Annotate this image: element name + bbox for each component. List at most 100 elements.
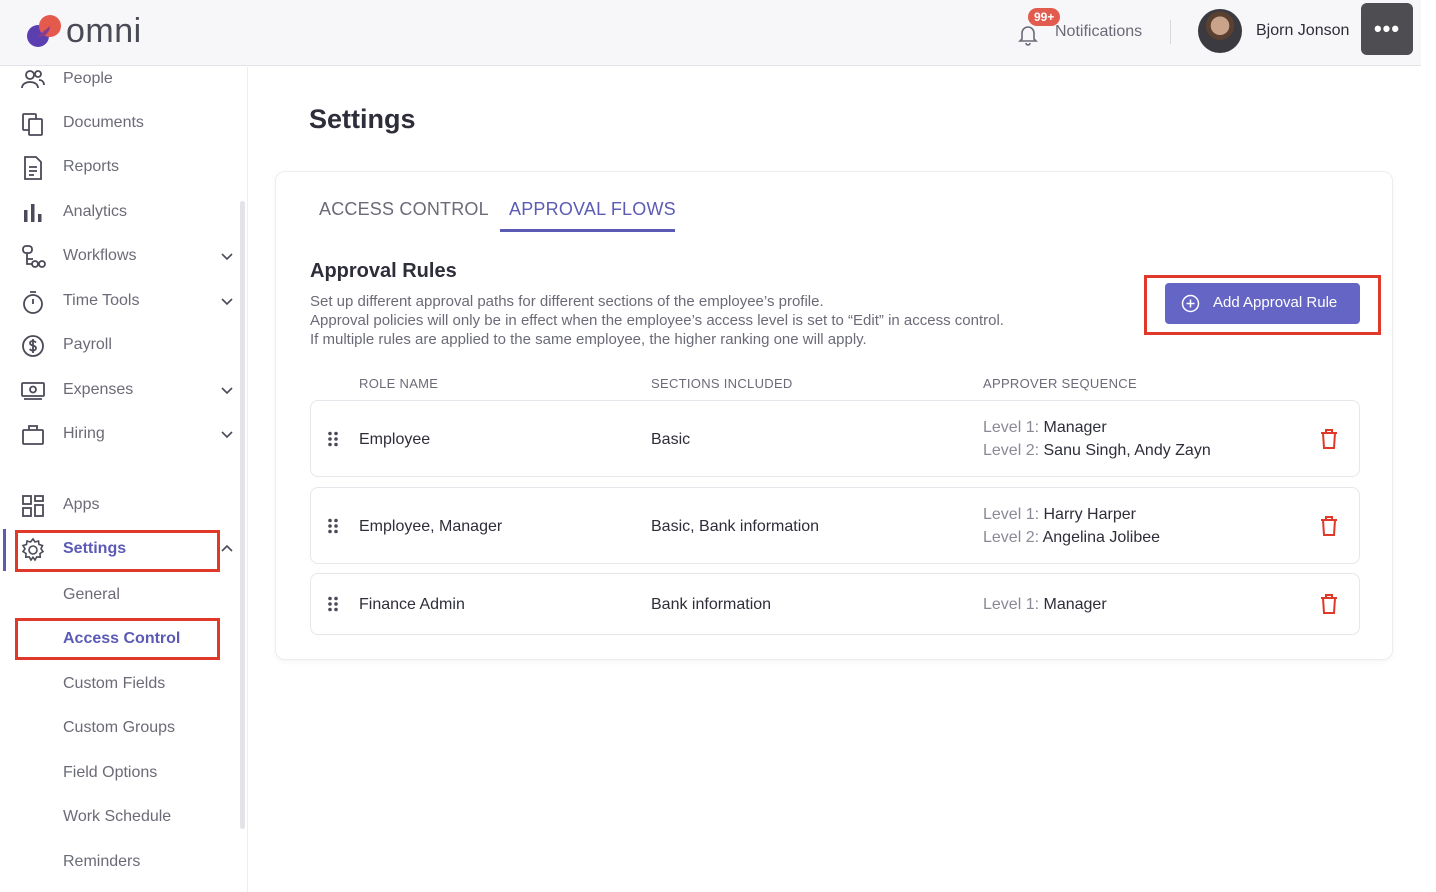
active-tab-underline — [500, 229, 675, 232]
top-header: omni 99+ Notifications Bjorn Jonson ••• — [0, 0, 1421, 66]
sidebar-item-reports[interactable]: Reports — [0, 149, 240, 187]
sidebar-item-label: Analytics — [63, 203, 128, 220]
sidebar-item-time-tools[interactable]: Time Tools — [0, 283, 240, 321]
role-name: Finance Admin — [359, 596, 465, 613]
drag-handle-icon[interactable] — [327, 518, 339, 534]
approver-names: Sanu Singh, Andy Zayn — [1043, 442, 1211, 459]
dollar-icon — [20, 333, 46, 359]
sidebar-item-payroll[interactable]: Payroll — [0, 327, 240, 365]
chevron-down-icon[interactable] — [218, 247, 236, 265]
sections-included: Basic — [651, 431, 691, 448]
table-row[interactable]: Employee Basic Level 1: Manager Level 2:… — [310, 400, 1360, 477]
sidebar-subitem-label: Work Schedule — [63, 808, 172, 825]
sidebar-scrollbar[interactable] — [240, 201, 245, 829]
description-line: Set up different approval paths for diff… — [310, 293, 824, 310]
logo-text: omni — [66, 12, 142, 50]
sidebar-item-label: Reports — [63, 158, 120, 175]
column-header-role-name: ROLE NAME — [359, 376, 439, 391]
apps-icon — [20, 493, 46, 519]
sidebar-item-analytics[interactable]: Analytics — [0, 194, 240, 232]
sidebar-subitem-label: Custom Groups — [63, 719, 176, 736]
notifications-button[interactable]: 99+ Notifications — [1012, 8, 1152, 54]
sidebar-item-documents[interactable]: Documents — [0, 105, 240, 143]
notifications-label: Notifications — [1055, 23, 1143, 40]
sidebar-item-label: Workflows — [63, 247, 137, 264]
user-name[interactable]: Bjorn Jonson — [1256, 22, 1349, 40]
tab-access-control[interactable]: ACCESS CONTROL — [319, 199, 489, 220]
approver-level: Level 1: Manager — [983, 596, 1107, 614]
trash-icon[interactable] — [1319, 515, 1339, 537]
sidebar-subitem-label: General — [63, 586, 120, 603]
highlight-box-settings — [15, 530, 220, 572]
sidebar-item-label: Hiring — [63, 425, 105, 442]
level-label: Level 1: — [983, 419, 1040, 436]
sidebar-item-label: Expenses — [63, 381, 134, 398]
level-label: Level 1: — [983, 596, 1040, 613]
approver-names: Manager — [1043, 596, 1107, 613]
chevron-down-icon[interactable] — [218, 425, 236, 443]
sidebar-item-label: Payroll — [63, 336, 112, 353]
approver-level: Level 1: Manager — [983, 419, 1107, 437]
sidebar-item-label: Apps — [63, 496, 100, 513]
sidebar-item-expenses[interactable]: Expenses — [0, 372, 240, 410]
omni-logo-mark-icon — [27, 15, 61, 47]
sidebar-subitem-general[interactable]: General — [0, 577, 240, 613]
approver-level: Level 1: Harry Harper — [983, 506, 1136, 524]
section-title: Approval Rules — [310, 260, 457, 282]
sidebar-subitem-reminders[interactable]: Reminders — [0, 844, 240, 880]
sidebar-subitem-work-schedule[interactable]: Work Schedule — [0, 799, 240, 835]
sidebar-subitem-field-options[interactable]: Field Options — [0, 755, 240, 791]
drag-handle-icon[interactable] — [327, 596, 339, 612]
column-header-approver-sequence: APPROVER SEQUENCE — [983, 376, 1137, 391]
workflows-icon — [20, 244, 46, 270]
more-options-button[interactable]: ••• — [1361, 3, 1413, 55]
header-divider — [1170, 20, 1171, 44]
chevron-down-icon[interactable] — [218, 292, 236, 310]
column-header-sections: SECTIONS INCLUDED — [651, 376, 793, 391]
analytics-icon — [20, 200, 46, 226]
omni-logo[interactable]: omni — [24, 12, 154, 52]
sidebar-item-label: People — [63, 70, 113, 87]
sidebar-subitem-label: Field Options — [63, 764, 158, 781]
trash-icon[interactable] — [1319, 428, 1339, 450]
sidebar-subitem-custom-fields[interactable]: Custom Fields — [0, 666, 240, 702]
sidebar-subitem-label: Reminders — [63, 853, 141, 870]
approver-names: Angelina Jolibee — [1042, 529, 1161, 546]
trash-icon[interactable] — [1319, 593, 1339, 615]
tab-approval-flows[interactable]: APPROVAL FLOWS — [509, 199, 676, 220]
chevron-down-icon[interactable] — [218, 381, 236, 399]
money-icon — [20, 378, 46, 404]
drag-handle-icon[interactable] — [327, 431, 339, 447]
highlight-box-add-rule — [1144, 275, 1381, 335]
table-row[interactable]: Finance Admin Bank information Level 1: … — [310, 573, 1360, 635]
avatar[interactable] — [1198, 9, 1242, 53]
sidebar-subitem-label: Custom Fields — [63, 675, 166, 692]
briefcase-icon — [20, 422, 46, 448]
sidebar-item-label: Documents — [63, 114, 144, 131]
level-label: Level 1: — [983, 506, 1040, 523]
sidebar-item-apps[interactable]: Apps — [0, 487, 240, 525]
page-title: Settings — [309, 104, 416, 134]
chevron-up-icon[interactable] — [218, 540, 236, 558]
sidebar: People Documents Reports Analytics Workf… — [0, 67, 248, 892]
sidebar-item-people[interactable]: People — [0, 61, 240, 99]
description-line: Approval policies will only be in effect… — [310, 312, 1004, 329]
description-line: If multiple rules are applied to the sam… — [310, 331, 867, 348]
stopwatch-icon — [20, 289, 46, 315]
sidebar-item-hiring[interactable]: Hiring — [0, 416, 240, 454]
approver-names: Harry Harper — [1043, 506, 1136, 523]
table-row[interactable]: Employee, Manager Basic, Bank informatio… — [310, 487, 1360, 564]
sidebar-item-workflows[interactable]: Workflows — [0, 238, 240, 276]
documents-icon — [20, 111, 46, 137]
role-name: Employee — [359, 431, 431, 448]
settings-card: ACCESS CONTROL APPROVAL FLOWS Approval R… — [275, 171, 1393, 660]
sections-included: Bank information — [651, 596, 772, 613]
approver-level: Level 2: Sanu Singh, Andy Zayn — [983, 442, 1211, 460]
sidebar-item-label: Time Tools — [63, 292, 140, 309]
approver-level: Level 2: Angelina Jolibee — [983, 529, 1160, 547]
sidebar-active-indicator — [3, 529, 6, 571]
sidebar-subitem-custom-groups[interactable]: Custom Groups — [0, 710, 240, 746]
people-icon — [20, 67, 46, 93]
role-name: Employee, Manager — [359, 518, 503, 535]
level-label: Level 2: — [983, 529, 1040, 546]
